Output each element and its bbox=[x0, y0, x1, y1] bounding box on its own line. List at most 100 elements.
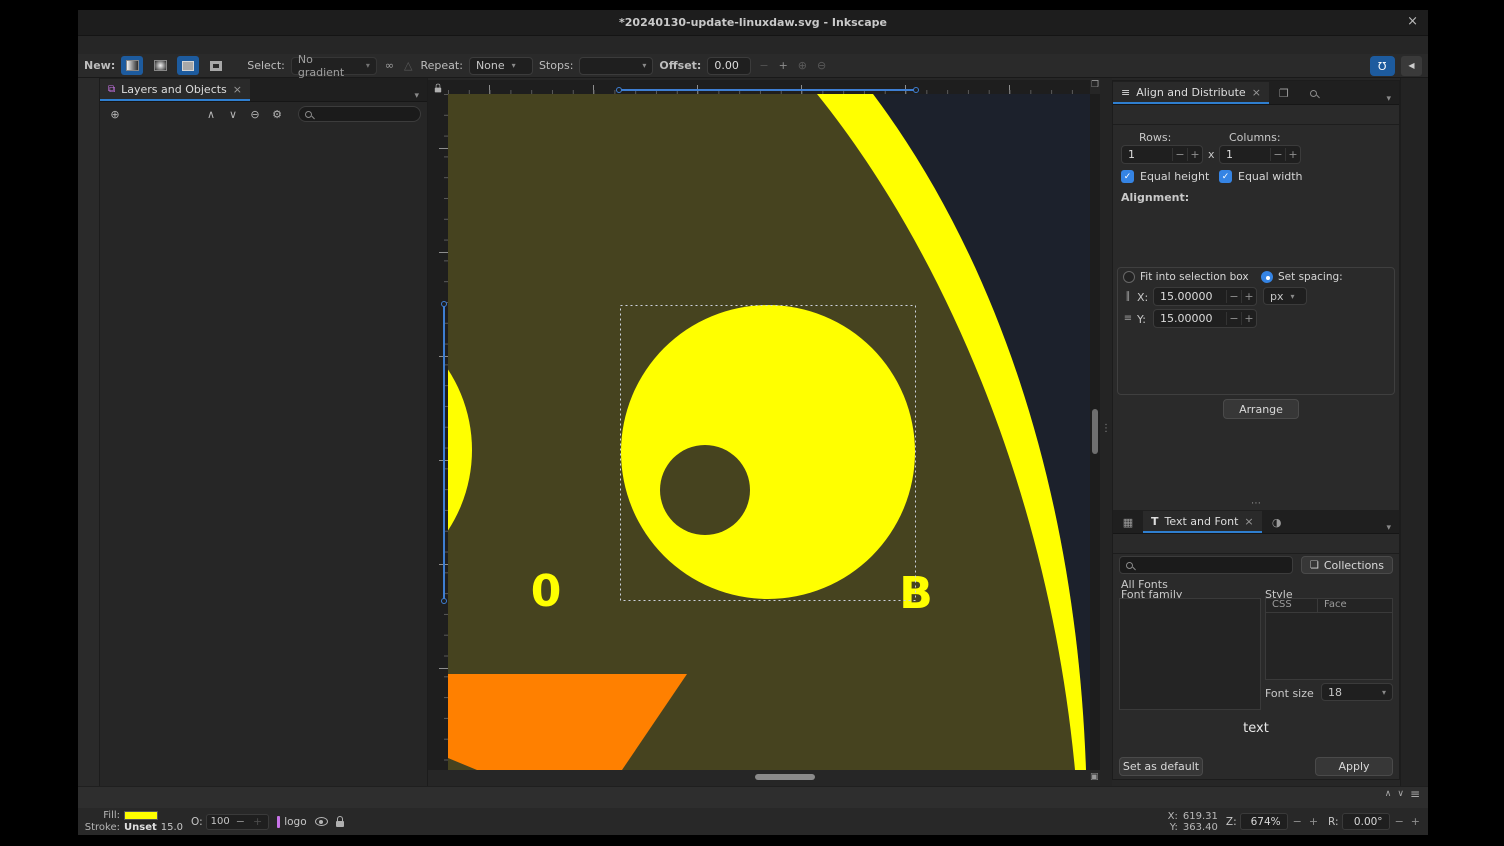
snapbar-collapse-button[interactable]: ◀ bbox=[1401, 56, 1422, 76]
panel-splitter[interactable]: ⋯ bbox=[1113, 502, 1399, 508]
columns-spinner[interactable]: 1 − + bbox=[1219, 145, 1301, 164]
tab-close-icon[interactable]: × bbox=[233, 83, 242, 96]
symbols-tab-icon[interactable]: ◑ bbox=[1262, 511, 1292, 533]
chevron-down-icon[interactable]: ▾ bbox=[406, 91, 427, 101]
offset-plus-button[interactable]: + bbox=[777, 59, 790, 72]
horizontal-scrollbar-thumb[interactable] bbox=[755, 774, 815, 780]
equal-width-checkbox[interactable]: ✓ Equal width bbox=[1219, 170, 1303, 183]
window-close-icon[interactable]: × bbox=[1407, 14, 1418, 29]
style-list: CSS Face bbox=[1265, 598, 1393, 680]
eye-right-shape[interactable] bbox=[621, 305, 915, 599]
fill-label: Fill: bbox=[84, 810, 120, 821]
apply-button[interactable]: Apply bbox=[1315, 757, 1393, 776]
palette-scroll-down-icon[interactable]: ∨ bbox=[1397, 789, 1404, 799]
linear-gradient-button[interactable] bbox=[121, 56, 143, 75]
rotation-control: R: 0.00° − + bbox=[1328, 813, 1422, 830]
eye-right-pupil[interactable] bbox=[660, 445, 750, 535]
vertical-scrollbar[interactable] bbox=[1090, 94, 1100, 770]
minus-button[interactable]: − bbox=[1270, 148, 1285, 161]
arrange-button[interactable]: Arrange bbox=[1223, 399, 1299, 419]
plus-button[interactable]: + bbox=[1187, 148, 1202, 161]
zoom-minus-button[interactable]: − bbox=[1291, 815, 1304, 828]
minus-button[interactable]: − bbox=[1226, 290, 1241, 303]
opacity-minus-button[interactable]: − bbox=[234, 815, 247, 828]
delete-stop-icon[interactable]: ⊖ bbox=[815, 59, 828, 72]
minus-button[interactable]: − bbox=[1172, 148, 1187, 161]
current-layer-indicator[interactable]: logo bbox=[277, 816, 306, 828]
offset-field[interactable]: 0.00 bbox=[707, 57, 751, 75]
remove-layer-icon[interactable]: ⊖ bbox=[246, 108, 264, 121]
unit-dropdown[interactable]: px ▾ bbox=[1263, 287, 1307, 305]
layers-settings-icon[interactable]: ⚙ bbox=[268, 108, 286, 121]
palette-scroll-up-icon[interactable]: ∧ bbox=[1385, 789, 1392, 799]
align-tabbar: ≡ Align and Distribute × ❐ ▾ bbox=[1113, 81, 1399, 105]
opacity-label: O: bbox=[191, 816, 203, 828]
stops-label: Stops: bbox=[539, 59, 573, 72]
stops-dropdown[interactable]: ▾ bbox=[579, 57, 653, 75]
font-size-dropdown[interactable]: 18 ▾ bbox=[1321, 683, 1393, 701]
x-spacing-spinner[interactable]: 15.00000 − + bbox=[1153, 287, 1257, 306]
offset-minus-button[interactable]: − bbox=[757, 59, 770, 72]
layer-lock-icon[interactable] bbox=[336, 821, 344, 827]
canvas[interactable]: 0 B bbox=[448, 94, 1090, 770]
drawing[interactable]: 0 B bbox=[448, 94, 1090, 770]
horizontal-ruler[interactable] bbox=[448, 80, 1090, 94]
value-label-0[interactable]: 0 bbox=[531, 566, 562, 617]
tab-close-icon[interactable]: × bbox=[1252, 86, 1261, 99]
zoom-plus-button[interactable]: + bbox=[1307, 815, 1320, 828]
tab-close-icon[interactable]: × bbox=[1244, 515, 1253, 528]
layer-visibility-icon[interactable] bbox=[315, 817, 328, 826]
objects-tab-icon[interactable]: ❐ bbox=[1269, 82, 1299, 104]
vertical-ruler[interactable] bbox=[428, 94, 448, 770]
minus-button[interactable]: − bbox=[1226, 312, 1241, 325]
repeat-dropdown[interactable]: None ▾ bbox=[469, 57, 533, 75]
move-up-icon[interactable]: ∧ bbox=[202, 108, 220, 121]
fit-selection-radio[interactable]: Fit into selection box bbox=[1123, 271, 1249, 283]
chevron-down-icon[interactable]: ▾ bbox=[1378, 523, 1399, 533]
opacity-field[interactable]: 100 − + bbox=[206, 814, 270, 830]
guides-lock-icon[interactable] bbox=[435, 87, 441, 92]
plus-button[interactable]: + bbox=[1241, 312, 1256, 325]
fill-stroke-indicator[interactable]: Fill: Stroke: Unset 15.0 bbox=[84, 810, 183, 833]
gradient-fill-button[interactable] bbox=[177, 56, 199, 75]
horizontal-scrollbar[interactable] bbox=[448, 772, 1090, 782]
plus-button[interactable]: + bbox=[1285, 148, 1300, 161]
layers-panel: ⧉ Layers and Objects × ▾ ⊕ ∧ ∨ ⊖ ⚙ bbox=[100, 78, 428, 786]
link-gradients-icon[interactable]: ∞ bbox=[383, 59, 396, 72]
rotation-minus-button[interactable]: − bbox=[1393, 815, 1406, 828]
vertical-scrollbar-thumb[interactable] bbox=[1092, 409, 1098, 454]
gradient-stroke-button[interactable] bbox=[205, 56, 227, 75]
gradient-select-dropdown[interactable]: No gradient ▾ bbox=[291, 57, 377, 75]
dock-splitter[interactable]: ⋮ bbox=[1100, 78, 1112, 786]
palette-menu-icon[interactable]: ≡ bbox=[1410, 787, 1420, 801]
radial-gradient-button[interactable] bbox=[149, 56, 171, 75]
collections-button[interactable]: ❏ Collections bbox=[1301, 556, 1393, 574]
tab-text-and-font[interactable]: T Text and Font × bbox=[1143, 511, 1262, 533]
font-search[interactable] bbox=[1119, 556, 1293, 574]
tab-align-and-distribute[interactable]: ≡ Align and Distribute × bbox=[1113, 82, 1269, 104]
swatches-tab-icon[interactable]: ▦ bbox=[1113, 511, 1143, 533]
chevron-down-icon[interactable]: ▾ bbox=[1378, 94, 1399, 104]
stroke-width: 15.0 bbox=[161, 822, 183, 833]
ruler-corner[interactable] bbox=[428, 80, 448, 94]
font-search-input[interactable] bbox=[1138, 560, 1286, 571]
equal-height-checkbox[interactable]: ✓ Equal height bbox=[1121, 170, 1209, 183]
y-spacing-spinner[interactable]: 15.00000 − + bbox=[1153, 309, 1257, 328]
set-as-default-button[interactable]: Set as default bbox=[1119, 757, 1203, 776]
rotation-field[interactable]: 0.00° bbox=[1342, 813, 1390, 830]
layers-search[interactable] bbox=[298, 106, 421, 122]
add-layer-icon[interactable]: ⊕ bbox=[106, 108, 124, 121]
fill-color-swatch[interactable] bbox=[124, 811, 158, 820]
insert-stop-icon[interactable]: ⊕ bbox=[796, 59, 809, 72]
set-spacing-radio[interactable]: Set spacing: bbox=[1261, 271, 1343, 283]
tab-layers-and-objects[interactable]: ⧉ Layers and Objects × bbox=[100, 79, 250, 101]
snap-toggle-button[interactable]: Ω bbox=[1370, 56, 1395, 76]
plus-button[interactable]: + bbox=[1241, 290, 1256, 303]
layers-search-input[interactable] bbox=[317, 109, 414, 120]
zoom-field[interactable]: 674% bbox=[1240, 813, 1288, 830]
opacity-plus-button[interactable]: + bbox=[251, 815, 264, 828]
rows-spinner[interactable]: 1 − + bbox=[1121, 145, 1203, 164]
move-down-icon[interactable]: ∨ bbox=[224, 108, 242, 121]
find-tab-icon[interactable] bbox=[1299, 82, 1329, 104]
rotation-plus-button[interactable]: + bbox=[1409, 815, 1422, 828]
